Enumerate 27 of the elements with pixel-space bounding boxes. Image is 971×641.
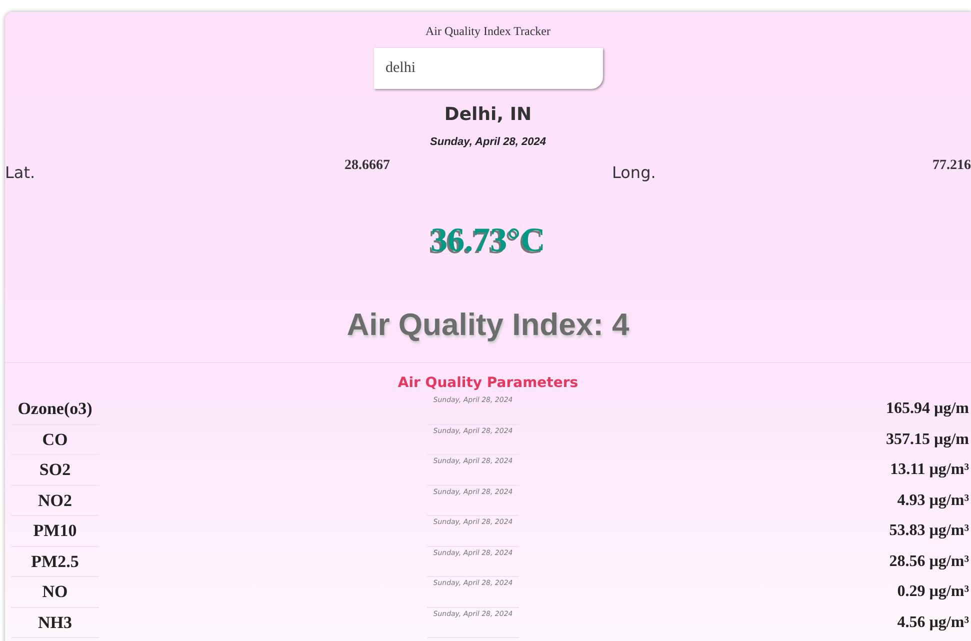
parameter-value: 357.15 µg/m xyxy=(885,430,970,450)
longitude-label: Long. xyxy=(611,162,657,184)
parameter-name: Ozone(o3) xyxy=(11,394,99,424)
parameter-value: 13.11 µg/m³ xyxy=(889,460,970,480)
parameter-name: CO xyxy=(11,424,99,455)
latitude-label: Lat. xyxy=(5,162,36,184)
search-field[interactable]: delhi xyxy=(374,48,602,89)
parameters-title: Air Quality Parameters xyxy=(398,374,578,393)
parameter-name: NO2 xyxy=(11,486,99,516)
parameter-value: 53.83 µg/m³ xyxy=(888,521,970,542)
parameter-name: SO2 xyxy=(11,455,99,486)
parameter-value: 4.56 µg/m³ xyxy=(896,612,970,633)
aqi-heading: Air Quality Index: 4 xyxy=(346,306,630,344)
app-title: Air Quality Index Tracker xyxy=(426,23,550,40)
parameter-value: 28.56 µg/m³ xyxy=(888,552,970,572)
parameter-value: 0.29 µg/m³ xyxy=(896,582,970,602)
longitude-value: 77.216 xyxy=(932,156,971,174)
parameter-name: NH3 xyxy=(11,608,99,638)
city-name: Delhi, IN xyxy=(444,103,532,127)
latitude-value: 28.6667 xyxy=(344,156,391,174)
parameter-value: 4.93 µg/m³ xyxy=(896,490,970,511)
date-text: Sunday, April 28, 2024 xyxy=(430,135,546,150)
parameter-name: PM2.5 xyxy=(11,546,99,577)
parameter-name: PM10 xyxy=(11,516,99,546)
parameter-name: NO xyxy=(11,577,99,608)
parameter-value: 165.94 µg/m xyxy=(885,399,970,420)
temperature: 36.73°C xyxy=(430,220,546,260)
